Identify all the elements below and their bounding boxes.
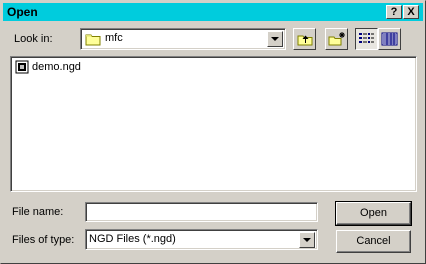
open-dialog: Open ? X Look in: mfc demo.ngd File name… (0, 0, 426, 264)
file-list[interactable]: demo.ngd (10, 56, 417, 192)
new-folder-button[interactable] (325, 28, 348, 50)
new-folder-icon (328, 31, 346, 50)
files-of-type-label: Files of type: (12, 234, 75, 246)
file-name: demo.ngd (32, 61, 81, 73)
ngd-file-icon (15, 60, 29, 74)
help-button[interactable]: ? (386, 5, 402, 19)
open-button[interactable]: Open (335, 201, 412, 226)
chevron-down-icon[interactable] (267, 31, 283, 47)
look-in-combo[interactable]: mfc (80, 28, 286, 50)
file-type-select[interactable]: NGD Files (*.ngd) (85, 229, 318, 250)
folder-icon (85, 32, 101, 49)
details-view-button[interactable] (378, 28, 401, 50)
look-in-value: mfc (105, 32, 123, 44)
look-in-label: Look in: (14, 33, 53, 45)
list-view-button[interactable] (355, 28, 378, 50)
cancel-button[interactable]: Cancel (336, 230, 411, 253)
file-name-label: File name: (12, 206, 64, 218)
file-name-input[interactable] (85, 202, 318, 222)
chevron-down-icon[interactable] (299, 232, 315, 248)
list-view-icon (358, 32, 375, 49)
close-button[interactable]: X (403, 5, 419, 19)
dialog-title: Open (7, 5, 38, 19)
title-bar[interactable]: Open ? X (3, 3, 423, 21)
list-item[interactable]: demo.ngd (15, 60, 81, 74)
up-one-level-button[interactable] (293, 28, 316, 50)
file-type-value: NGD Files (*.ngd) (89, 233, 176, 245)
details-view-icon (381, 32, 398, 49)
up-one-level-icon (296, 31, 314, 50)
